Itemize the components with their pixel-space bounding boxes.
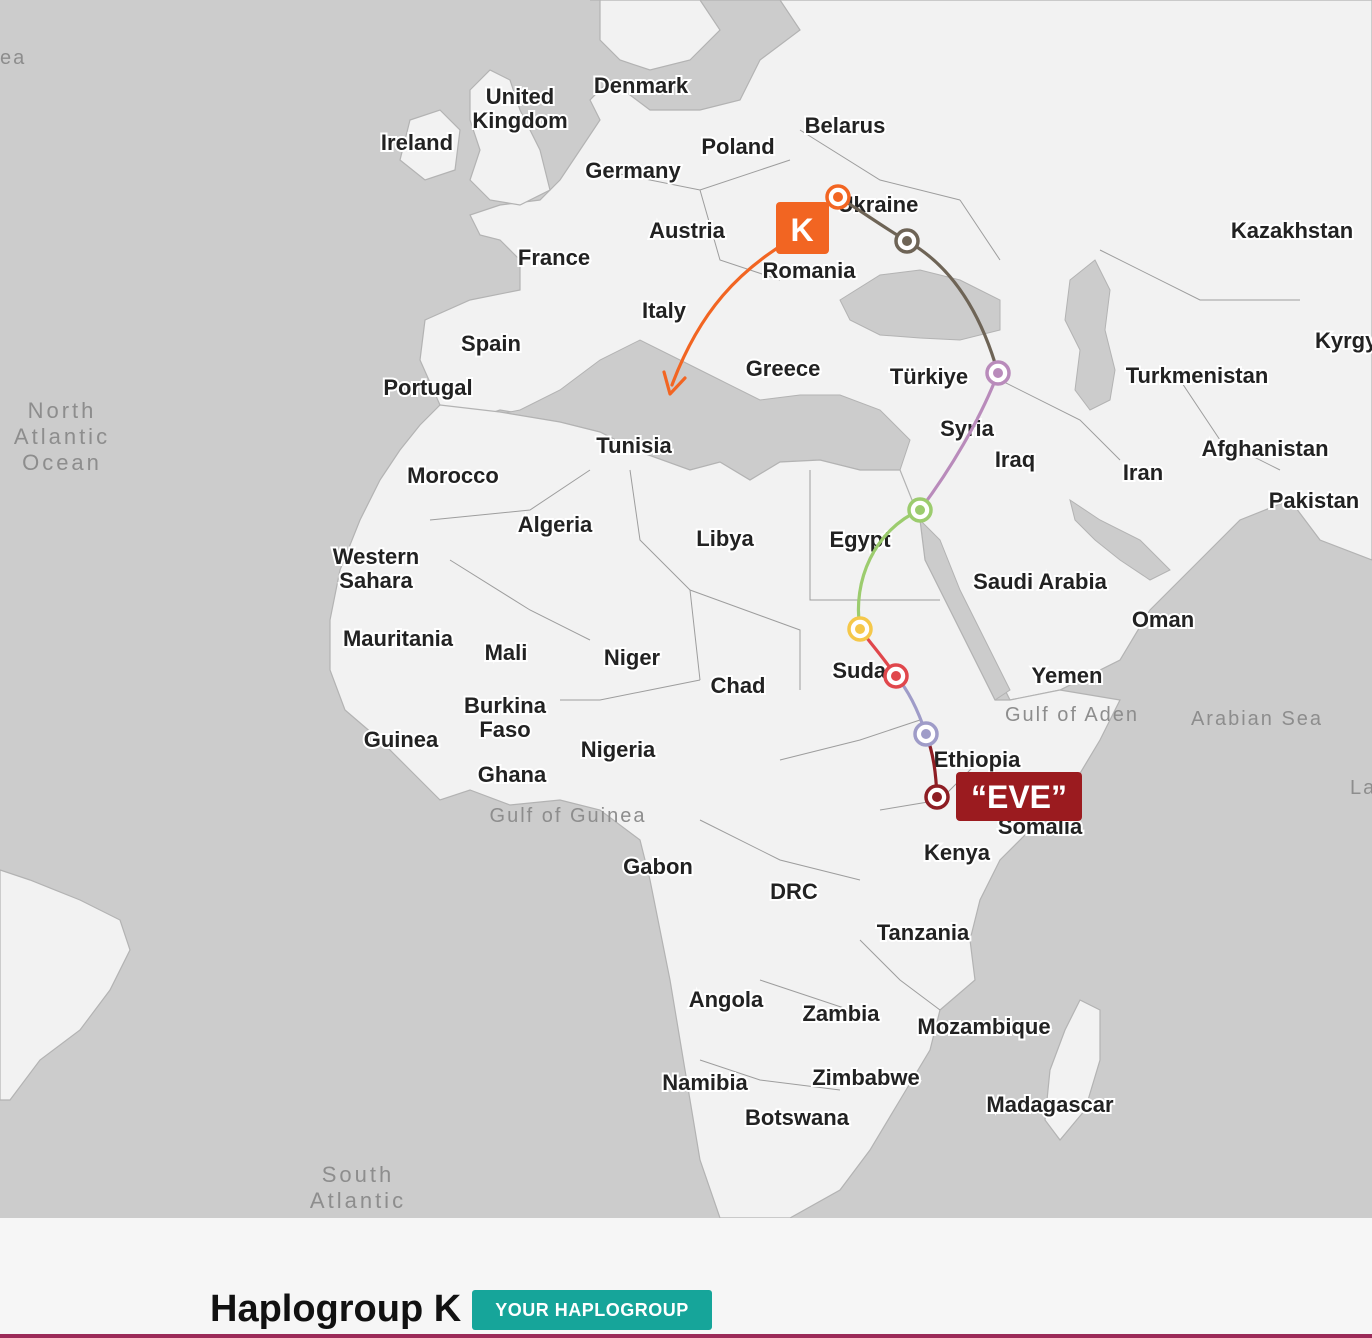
label-ireland: Ireland xyxy=(381,130,453,155)
haplogroup-title: Haplogroup K xyxy=(210,1288,462,1330)
k-marker[interactable]: K xyxy=(776,202,829,254)
label-portugal: Portugal xyxy=(383,375,472,400)
label-oman: Oman xyxy=(1132,607,1194,632)
label-burkina-1: Burkina xyxy=(464,693,547,718)
label-iran: Iran xyxy=(1123,460,1163,485)
node-ukraine[interactable] xyxy=(825,184,851,210)
label-north-atlantic-2: Atlantic xyxy=(14,424,110,449)
label-burkina-2: Faso xyxy=(479,717,530,742)
label-mauritania: Mauritania xyxy=(343,626,454,651)
label-zambia: Zambia xyxy=(802,1001,880,1026)
your-haplogroup-badge[interactable]: YOUR HAPLOGROUP xyxy=(472,1290,712,1330)
node-sudan-north[interactable] xyxy=(847,616,873,642)
label-poland: Poland xyxy=(701,134,774,159)
label-nigeria: Nigeria xyxy=(581,737,656,762)
label-namibia: Namibia xyxy=(662,1070,748,1095)
label-ghana: Ghana xyxy=(478,762,547,787)
label-romania: Romania xyxy=(763,258,857,283)
label-south-atlantic-1: South xyxy=(322,1162,395,1187)
label-united-kingdom-1: United xyxy=(486,84,554,109)
node-ethiopia[interactable] xyxy=(913,721,939,747)
label-drc: DRC xyxy=(770,879,818,904)
label-north-atlantic-3: Ocean xyxy=(22,450,102,475)
label-madagascar: Madagascar xyxy=(986,1092,1114,1117)
label-yemen: Yemen xyxy=(1032,663,1103,688)
label-greece: Greece xyxy=(746,356,821,381)
migration-map[interactable]: Denmark United Kingdom Ireland Belarus P… xyxy=(0,0,1372,1218)
label-saudi-arabia: Saudi Arabia xyxy=(973,569,1107,594)
label-united-kingdom-2: Kingdom xyxy=(472,108,567,133)
label-pakistan: Pakistan xyxy=(1269,488,1360,513)
eve-marker-label: “EVE” xyxy=(971,779,1067,815)
label-botswana: Botswana xyxy=(745,1105,850,1130)
label-niger: Niger xyxy=(604,645,661,670)
label-arabian-sea: Arabian Sea xyxy=(1191,708,1323,730)
label-gabon: Gabon xyxy=(623,854,693,879)
label-italy: Italy xyxy=(642,298,687,323)
label-turkmenistan: Turkmenistan xyxy=(1126,363,1269,388)
label-iraq: Iraq xyxy=(995,447,1035,472)
eve-marker[interactable]: “EVE” xyxy=(956,772,1082,821)
node-turkiye[interactable] xyxy=(985,360,1011,386)
label-libya: Libya xyxy=(696,526,754,551)
label-gulf-of-aden: Gulf of Aden xyxy=(1005,704,1139,726)
label-belarus: Belarus xyxy=(805,113,886,138)
label-morocco: Morocco xyxy=(407,463,499,488)
node-black-sea[interactable] xyxy=(894,228,920,254)
label-mozambique: Mozambique xyxy=(917,1014,1050,1039)
label-kazakhstan: Kazakhstan xyxy=(1231,218,1353,243)
label-mali: Mali xyxy=(485,640,528,665)
label-western-sahara-1: Western xyxy=(333,544,419,569)
label-chad: Chad xyxy=(711,673,766,698)
node-eve[interactable] xyxy=(924,784,950,810)
label-angola: Angola xyxy=(689,987,764,1012)
label-france: France xyxy=(518,245,590,270)
label-western-sahara-2: Sahara xyxy=(339,568,413,593)
label-kenya: Kenya xyxy=(924,840,991,865)
label-denmark: Denmark xyxy=(594,73,689,98)
label-algeria: Algeria xyxy=(518,512,593,537)
label-ethiopia: Ethiopia xyxy=(934,747,1022,772)
label-zimbabwe: Zimbabwe xyxy=(812,1065,920,1090)
label-turkiye: Türkiye xyxy=(890,364,968,389)
label-austria: Austria xyxy=(649,218,726,243)
node-sudan-south[interactable] xyxy=(883,663,909,689)
label-kyrgyz: Kyrgy xyxy=(1315,328,1372,353)
label-edge-left: ea xyxy=(0,47,26,69)
label-guinea: Guinea xyxy=(364,727,439,752)
label-south-atlantic-2: Atlantic xyxy=(310,1188,406,1213)
label-afghanistan: Afghanistan xyxy=(1201,436,1328,461)
label-tunisia: Tunisia xyxy=(596,433,672,458)
label-spain: Spain xyxy=(461,331,521,356)
label-tanzania: Tanzania xyxy=(877,920,970,945)
label-edge-right: Lac xyxy=(1350,777,1372,799)
k-marker-label: K xyxy=(790,212,813,248)
label-germany: Germany xyxy=(585,158,681,183)
node-sinai[interactable] xyxy=(907,497,933,523)
label-gulf-of-guinea: Gulf of Guinea xyxy=(490,805,647,827)
footer-accent-line xyxy=(0,1334,1372,1338)
label-north-atlantic-1: North xyxy=(28,398,97,423)
